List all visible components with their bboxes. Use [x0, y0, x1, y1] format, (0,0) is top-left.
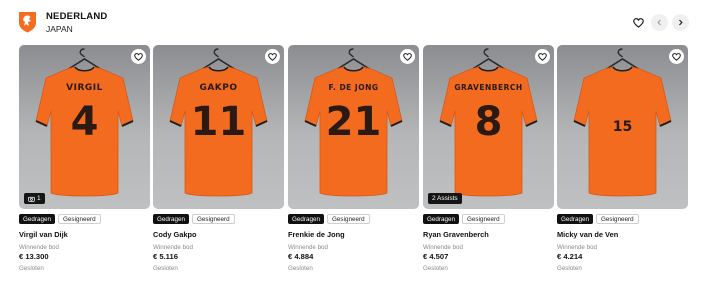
lot-photo[interactable]: GRAVENBERCH 8 2 Assists	[423, 45, 554, 209]
camera-icon	[28, 196, 35, 202]
page-header: NEDERLAND JAPAN	[18, 9, 702, 39]
winning-bid-price: € 13.300	[19, 252, 49, 261]
favorite-button[interactable]	[400, 49, 415, 64]
tag-signed: Gesigneerd	[192, 214, 235, 224]
auction-status: Gesloten	[288, 265, 313, 272]
lot-photo[interactable]: F. DE JONG 21	[288, 45, 419, 209]
tag-list: Gedragen Gesigneerd	[557, 214, 639, 224]
page-title: NEDERLAND	[46, 11, 108, 22]
tag-signed: Gesigneerd	[327, 214, 370, 224]
carousel-prev-button[interactable]	[651, 14, 668, 31]
auction-status: Gesloten	[423, 265, 448, 272]
tag-signed: Gesigneerd	[462, 214, 505, 224]
carousel-next-button[interactable]	[672, 14, 689, 31]
jersey-number: 4	[70, 99, 99, 145]
tag-signed: Gesigneerd	[58, 214, 101, 224]
jersey-number: 8	[474, 99, 503, 145]
player-name[interactable]: Cody Gakpo	[153, 230, 197, 239]
lion-crest-icon	[19, 12, 36, 33]
tag-worn: Gedragen	[153, 214, 190, 224]
heart-icon	[403, 52, 412, 61]
lot-photo[interactable]: VIRGIL 4 1	[19, 45, 150, 209]
jersey-shirt-name: F. DE JONG	[328, 83, 379, 92]
page-subtitle: JAPAN	[46, 24, 73, 34]
heart-icon	[134, 52, 143, 61]
player-name[interactable]: Virgil van Dijk	[19, 230, 68, 239]
heart-icon	[538, 52, 547, 61]
tag-worn: Gedragen	[557, 214, 594, 224]
favorite-button[interactable]	[535, 49, 550, 64]
favorite-button[interactable]	[131, 49, 146, 64]
winning-bid-price: € 4.884	[288, 252, 314, 261]
player-name[interactable]: Micky van de Ven	[557, 230, 618, 239]
tag-list: Gedragen Gesigneerd	[153, 214, 235, 224]
favorite-button[interactable]	[669, 49, 684, 64]
auction-status: Gesloten	[557, 265, 582, 272]
jersey-number: 11	[190, 99, 247, 145]
tag-signed: Gesigneerd	[596, 214, 639, 224]
lot-photo[interactable]: 15	[557, 45, 688, 209]
winning-bid-label: Winnende bod	[557, 244, 597, 251]
winning-bid-price: € 5.116	[153, 252, 178, 261]
tag-list: Gedragen Gesigneerd	[288, 214, 370, 224]
auction-status: Gesloten	[19, 265, 44, 272]
jersey-shirt-name: GRAVENBERCH	[454, 83, 523, 92]
winning-bid-price: € 4.507	[423, 252, 449, 261]
photo-badge-label: 1	[37, 195, 41, 202]
favorite-button[interactable]	[265, 49, 280, 64]
player-name[interactable]: Ryan Gravenberch	[423, 230, 489, 239]
jersey-shirt-name: GAKPO	[199, 83, 238, 93]
heart-icon	[672, 52, 681, 61]
winning-bid-label: Winnende bod	[19, 244, 59, 251]
jersey-number: 15	[612, 119, 633, 135]
winning-bid-label: Winnende bod	[288, 244, 328, 251]
winning-bid-label: Winnende bod	[153, 244, 193, 251]
heart-icon	[268, 52, 277, 61]
tag-worn: Gedragen	[19, 214, 56, 224]
tag-worn: Gedragen	[423, 214, 460, 224]
heart-icon	[633, 17, 644, 28]
tag-worn: Gedragen	[288, 214, 325, 224]
photo-badge: 2 Assists	[428, 193, 462, 204]
lot-photo[interactable]: GAKPO 11	[153, 45, 284, 209]
photo-badge: 1	[24, 193, 45, 204]
jersey-number: 21	[325, 99, 382, 145]
tag-list: Gedragen Gesigneerd	[423, 214, 505, 224]
player-name[interactable]: Frenkie de Jong	[288, 230, 345, 239]
winning-bid-label: Winnende bod	[423, 244, 463, 251]
auction-status: Gesloten	[153, 265, 178, 272]
winning-bid-price: € 4.214	[557, 252, 583, 261]
tag-list: Gedragen Gesigneerd	[19, 214, 101, 224]
chevron-right-icon	[679, 19, 683, 26]
favorite-collection-button[interactable]	[630, 14, 647, 31]
photo-badge-label: 2 Assists	[432, 195, 458, 202]
jersey-shirt-name: VIRGIL	[66, 83, 103, 93]
chevron-left-icon	[657, 19, 661, 26]
